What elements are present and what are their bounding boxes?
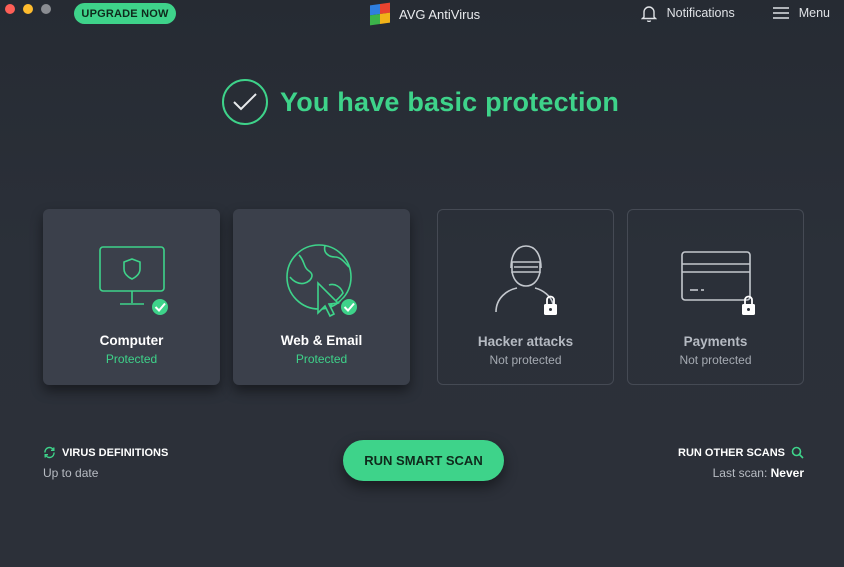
- close-window-button[interactable]: [5, 4, 15, 14]
- hacker-attacks-card[interactable]: Hacker attacks Not protected: [437, 209, 614, 385]
- card-label: Payments: [683, 334, 748, 349]
- card-label: Computer: [99, 333, 164, 348]
- payments-card[interactable]: Payments Not protected: [627, 209, 804, 385]
- card-status: Protected: [295, 352, 348, 366]
- card-status: Not protected: [489, 353, 562, 367]
- virus-definitions-title: VIRUS DEFINITIONS: [62, 446, 169, 459]
- last-scan-label: Last scan:: [712, 466, 768, 480]
- run-other-scans[interactable]: RUN OTHER SCANS Last scan: Never: [678, 446, 804, 481]
- hamburger-menu-icon: [772, 7, 789, 19]
- virus-definitions[interactable]: VIRUS DEFINITIONS Up to date: [43, 446, 169, 481]
- protection-title: You have basic protection: [280, 86, 620, 117]
- card-label: Web & Email: [280, 333, 363, 348]
- run-smart-scan-button[interactable]: RUN SMART SCAN: [343, 440, 504, 481]
- protection-status: You have basic protection: [222, 79, 619, 125]
- avg-logo-icon: [370, 2, 390, 26]
- run-other-scans-title: RUN OTHER SCANS: [678, 446, 785, 459]
- last-scan: Last scan: Never: [678, 466, 804, 480]
- app-title-bar: AVG AntiVirus: [370, 2, 481, 26]
- refresh-icon: [44, 446, 55, 459]
- last-scan-value: Never: [770, 466, 804, 480]
- computer-card[interactable]: Computer Protected: [43, 209, 220, 385]
- monitor-shield-icon: [98, 246, 170, 317]
- minimize-window-button[interactable]: [23, 4, 33, 14]
- check-circle-icon: [222, 79, 268, 125]
- credit-card-icon: [680, 251, 755, 315]
- menu-button[interactable]: Menu: [772, 6, 830, 20]
- menu-label: Menu: [798, 6, 830, 20]
- notifications-label: Notifications: [666, 6, 735, 20]
- web-email-card[interactable]: Web & Email Protected: [233, 209, 410, 385]
- notifications-button[interactable]: Notifications: [640, 4, 735, 22]
- zoom-window-button[interactable]: [41, 4, 51, 14]
- window-controls: [5, 4, 51, 14]
- card-status: Protected: [105, 352, 158, 366]
- search-icon: [791, 446, 804, 459]
- card-status: Not protected: [679, 353, 752, 367]
- bell-icon: [640, 6, 657, 22]
- hacker-icon: [494, 245, 557, 315]
- upgrade-now-button[interactable]: UPGRADE NOW: [74, 3, 176, 24]
- card-label: Hacker attacks: [477, 334, 574, 349]
- app-title: AVG AntiVirus: [399, 6, 481, 22]
- virus-definitions-status: Up to date: [43, 466, 99, 480]
- globe-cursor-icon: [285, 244, 359, 318]
- header-actions: Notifications Menu: [640, 4, 830, 22]
